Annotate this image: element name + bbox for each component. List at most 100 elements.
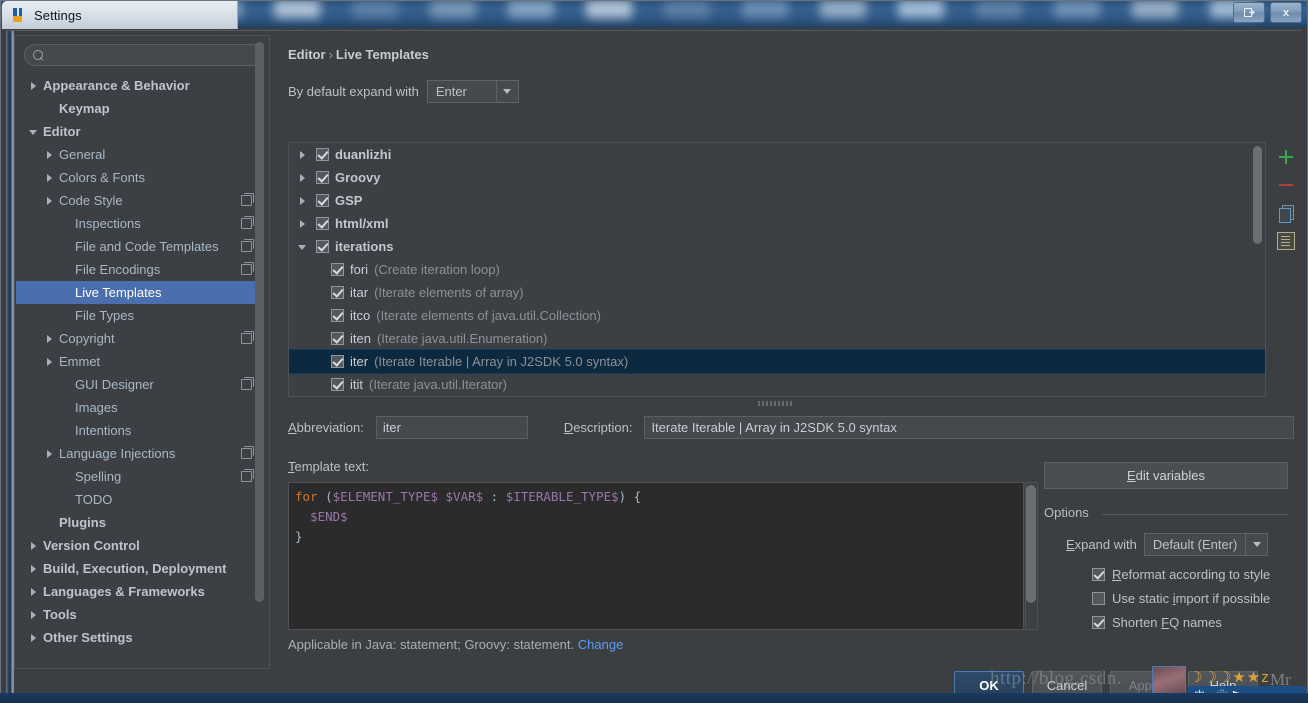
shorten-fq-checkbox[interactable]: [1092, 616, 1105, 629]
sidebar-item-label: Spelling: [75, 469, 122, 484]
chevron-right-icon[interactable]: [44, 333, 55, 344]
template-row[interactable]: itar (Iterate elements of array): [289, 281, 1265, 304]
default-expand-combobox[interactable]: Enter: [426, 80, 519, 103]
panel-splitter-handle[interactable]: [758, 401, 792, 406]
sidebar-item-gui-designer[interactable]: GUI Designer: [16, 373, 262, 396]
sidebar-item-tools[interactable]: Tools: [16, 603, 262, 626]
sidebar-item-language-injections[interactable]: Language Injections: [16, 442, 262, 465]
chevron-right-icon[interactable]: [297, 218, 308, 229]
template-checkbox[interactable]: [316, 148, 329, 161]
chevron-down-icon[interactable]: [297, 241, 308, 252]
static-import-checkbox[interactable]: [1092, 592, 1105, 605]
template-row[interactable]: duanlizhi: [289, 143, 1265, 166]
sidebar-item-live-templates[interactable]: Live Templates: [16, 281, 262, 304]
expand-with-combobox[interactable]: Default (Enter): [1143, 533, 1269, 556]
sidebar-item-label: Editor: [43, 124, 81, 139]
template-row[interactable]: iterations: [289, 235, 1265, 258]
breadcrumb-separator: ›: [328, 47, 333, 62]
template-row[interactable]: html/xml: [289, 212, 1265, 235]
sidebar-item-file-types[interactable]: File Types: [16, 304, 262, 327]
chevron-right-icon[interactable]: [28, 609, 39, 620]
sidebar-item-general[interactable]: General: [16, 143, 262, 166]
settings-category-tree[interactable]: Appearance & Behavior Keymap Editor General…: [16, 74, 262, 666]
sidebar-item-keymap[interactable]: Keymap: [16, 97, 262, 120]
sidebar-item-images[interactable]: Images: [16, 396, 262, 419]
sidebar-item-emmet[interactable]: Emmet: [16, 350, 262, 373]
template-row[interactable]: iten (Iterate java.util.Enumeration): [289, 327, 1265, 350]
reformat-checkbox[interactable]: [1092, 568, 1105, 581]
sidebar-item-file-encodings[interactable]: File Encodings: [16, 258, 262, 281]
sidebar-scrollbar[interactable]: [255, 42, 264, 602]
abbreviation-input[interactable]: iter: [375, 416, 528, 439]
chevron-right-icon[interactable]: [28, 563, 39, 574]
sidebar-item-todo[interactable]: TODO: [16, 488, 262, 511]
template-checkbox[interactable]: [316, 171, 329, 184]
chevron-right-icon[interactable]: [28, 540, 39, 551]
template-checkbox[interactable]: [331, 286, 344, 299]
add-icon[interactable]: [1277, 148, 1295, 166]
chevron-down-icon[interactable]: [1245, 534, 1268, 555]
static-import-checkbox-row[interactable]: Use static import if possible: [1092, 591, 1270, 606]
template-row[interactable]: Groovy: [289, 166, 1265, 189]
sidebar-item-copyright[interactable]: Copyright: [16, 327, 262, 350]
sidebar-item-spelling[interactable]: Spelling: [16, 465, 262, 488]
chevron-down-icon[interactable]: [495, 81, 518, 102]
edit-variables-button[interactable]: Edit variables: [1044, 462, 1288, 489]
close-window-icon[interactable]: x: [1270, 2, 1302, 23]
template-row[interactable]: itco (Iterate elements of java.util.Colle…: [289, 304, 1265, 327]
template-row[interactable]: iter (Iterate Iterable | Array in J2SDK 5…: [289, 349, 1265, 374]
chevron-right-icon[interactable]: [44, 149, 55, 160]
change-context-link[interactable]: Change: [578, 637, 624, 652]
sidebar-item-version-control[interactable]: Version Control: [16, 534, 262, 557]
template-editor-scrollbar[interactable]: [1026, 485, 1036, 603]
chevron-right-icon[interactable]: [28, 80, 39, 91]
sidebar-item-intentions[interactable]: Intentions: [16, 419, 262, 442]
templates-tree[interactable]: duanlizhi Groovy GSP html/xml iterations fori…: [288, 142, 1266, 397]
chevron-right-icon[interactable]: [297, 172, 308, 183]
sidebar-item-colors-fonts[interactable]: Colors & Fonts: [16, 166, 262, 189]
template-text-editor[interactable]: for ($ELEMENT_TYPE$ $VAR$ : $ITERABLE_TY…: [288, 482, 1024, 630]
chevron-right-icon[interactable]: [297, 195, 308, 206]
template-row[interactable]: fori (Create iteration loop): [289, 258, 1265, 281]
sidebar-item-languages-frameworks[interactable]: Languages & Frameworks: [16, 580, 262, 603]
sidebar-item-appearance-behavior[interactable]: Appearance & Behavior: [16, 74, 262, 97]
sidebar-search-box[interactable]: [24, 44, 263, 66]
template-checkbox[interactable]: [331, 332, 344, 345]
sidebar-item-other-settings[interactable]: Other Settings: [16, 626, 262, 649]
chevron-down-icon[interactable]: [28, 126, 39, 137]
description-input[interactable]: Iterate Iterable | Array in J2SDK 5.0 sy…: [644, 416, 1294, 439]
template-checkbox[interactable]: [316, 240, 329, 253]
chevron-right-icon[interactable]: [44, 172, 55, 183]
document-icon[interactable]: [1277, 232, 1295, 250]
sidebar-item-editor[interactable]: Editor: [16, 120, 262, 143]
chevron-right-icon[interactable]: [297, 149, 308, 160]
sidebar-item-build-execution-deployment[interactable]: Build, Execution, Deployment: [16, 557, 262, 580]
chevron-right-icon[interactable]: [44, 195, 55, 206]
sidebar-item-plugins[interactable]: Plugins: [16, 511, 262, 534]
template-checkbox[interactable]: [316, 217, 329, 230]
chevron-right-icon[interactable]: [44, 448, 55, 459]
template-name: itar: [350, 285, 369, 300]
chevron-right-icon[interactable]: [28, 586, 39, 597]
template-checkbox[interactable]: [331, 309, 344, 322]
template-checkbox[interactable]: [316, 194, 329, 207]
templates-scrollbar[interactable]: [1253, 146, 1262, 244]
chevron-right-icon[interactable]: [44, 356, 55, 367]
template-row[interactable]: itit (Iterate java.util.Iterator): [289, 373, 1265, 396]
template-row[interactable]: GSP: [289, 189, 1265, 212]
sidebar-item-inspections[interactable]: Inspections: [16, 212, 262, 235]
shorten-fq-checkbox-row[interactable]: Shorten FQ names: [1092, 615, 1222, 630]
template-checkbox[interactable]: [331, 355, 344, 368]
reformat-checkbox-row[interactable]: Reformat according to style: [1092, 567, 1270, 582]
template-checkbox[interactable]: [331, 263, 344, 276]
restore-window-icon[interactable]: [1233, 2, 1265, 23]
sidebar-item-file-and-code-templates[interactable]: File and Code Templates: [16, 235, 262, 258]
sidebar-item-code-style[interactable]: Code Style: [16, 189, 262, 212]
remove-icon[interactable]: [1277, 176, 1295, 194]
search-input[interactable]: [44, 48, 254, 62]
chevron-right-icon[interactable]: [28, 632, 39, 643]
template-checkbox[interactable]: [331, 378, 344, 391]
copy-icon[interactable]: [1277, 204, 1295, 223]
